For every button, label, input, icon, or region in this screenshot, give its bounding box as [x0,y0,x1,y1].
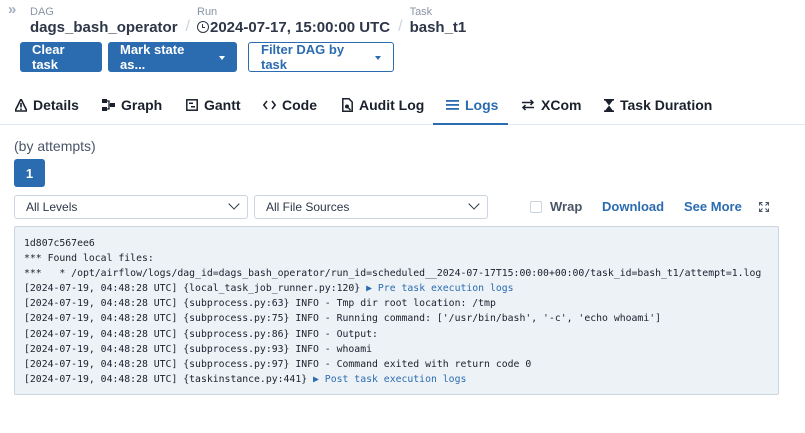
tab-logs[interactable]: Logs [446,86,498,124]
tab-code[interactable]: Code [263,86,317,124]
log-line-text: [2024-07-19, 04:48:28 UTC] {taskinstance… [24,373,314,385]
tab-task-duration-label: Task Duration [620,97,713,113]
breadcrumb-run[interactable]: Run 2024-07-17, 15:00:00 UTC [197,6,390,37]
breadcrumb-task-label: Task [409,6,433,18]
tab-audit-log-label: Audit Log [359,97,425,113]
fullscreen-icon[interactable] [759,202,769,212]
code-icon [263,100,276,110]
tab-code-label: Code [282,97,317,113]
hourglass-icon [604,98,614,112]
mark-state-button[interactable]: Mark state as... [108,42,237,72]
details-icon [15,98,27,112]
chevron-down-icon [228,198,240,210]
log-line: [2024-07-19, 04:48:28 UTC] {subprocess.p… [24,327,769,342]
breadcrumb-dag-value[interactable]: dags_bash_operator [30,19,178,37]
tab-details[interactable]: Details [15,86,79,124]
breadcrumb-task[interactable]: Task bash_t1 [410,6,467,37]
tab-gantt-label: Gantt [204,97,241,113]
breadcrumb: DAG dags_bash_operator / Run 2024-07-17,… [30,6,466,36]
log-line-text: 1d807c567ee6 [24,238,95,249]
tab-graph-label: Graph [121,97,163,113]
checkbox-icon[interactable] [530,200,542,213]
wrap-checkbox[interactable]: Wrap [530,199,582,214]
tab-logs-label: Logs [465,97,499,113]
log-line-text: [2024-07-19, 04:48:28 UTC] {subprocess.p… [24,313,662,325]
log-line-text: [2024-07-19, 04:48:28 UTC] {local_task_j… [24,283,367,295]
xcom-icon [521,99,535,111]
tab-gantt[interactable]: Gantt [186,86,241,124]
log-level-select[interactable]: All Levels [14,195,248,219]
caret-down-icon [219,56,225,60]
log-level-value: All Levels [26,200,78,214]
breadcrumb-run-label: Run [197,6,218,18]
task-actions: Clear task Mark state as... Filter DAG b… [20,42,394,72]
chevron-down-icon [468,198,480,210]
filter-dag-label: Filter DAG by task [261,42,345,72]
tab-details-label: Details [33,97,79,113]
breadcrumb-run-value[interactable]: 2024-07-17, 15:00:00 UTC [210,19,390,36]
attempts-label: (by attempts) [14,138,96,154]
tab-graph[interactable]: Graph [102,86,162,124]
task-tabs: Details Graph Gantt Code Audit Log Logs … [0,86,805,125]
breadcrumb-dag[interactable]: DAG dags_bash_operator [30,6,178,37]
file-source-value: All File Sources [266,200,350,214]
expand-sidebar-icon[interactable]: » [8,1,16,18]
attempt-1-button[interactable]: 1 [14,159,45,187]
clear-task-button[interactable]: Clear task [20,42,102,72]
see-more-button[interactable]: See More [684,199,742,214]
log-line: [2024-07-19, 04:48:28 UTC] {subprocess.p… [24,311,769,326]
breadcrumb-separator: / [185,18,190,35]
tab-xcom[interactable]: XCom [521,86,581,124]
log-line: [2024-07-19, 04:48:28 UTC] {subprocess.p… [24,296,769,311]
log-line-text: [2024-07-19, 04:48:28 UTC] {subprocess.p… [24,358,532,370]
log-line: [2024-07-19, 04:48:28 UTC] {local_task_j… [24,281,769,296]
gantt-icon [186,99,198,111]
log-line: *** Found local files: [24,251,769,266]
log-line-text: [2024-07-19, 04:48:28 UTC] {subprocess.p… [24,343,372,355]
log-line: [2024-07-19, 04:48:28 UTC] {subprocess.p… [24,357,769,372]
log-line-text: [2024-07-19, 04:48:28 UTC] {subprocess.p… [24,298,496,310]
graph-icon [102,99,115,111]
caret-down-icon [375,56,381,60]
log-line: [2024-07-19, 04:48:28 UTC] {subprocess.p… [24,342,769,357]
tab-xcom-label: XCom [541,97,582,113]
clear-task-label: Clear task [32,42,65,72]
log-line-text: *** * /opt/airflow/logs/dag_id=dags_bash… [24,268,762,280]
log-line: [2024-07-19, 04:48:28 UTC] {taskinstance… [24,372,769,387]
breadcrumb-separator: / [398,18,403,35]
logs-icon [446,100,459,110]
log-line: 1d807c567ee6 [24,236,769,251]
log-line-text: *** Found local files: [24,253,154,265]
breadcrumb-dag-label: DAG [30,6,54,18]
active-tab-indicator [433,123,508,125]
post-task-logs-toggle[interactable]: ▶ Post task execution logs [313,374,466,385]
pre-task-logs-toggle[interactable]: ▶ Pre task execution logs [366,283,513,294]
log-line: *** * /opt/airflow/logs/dag_id=dags_bash… [24,266,769,281]
wrap-label: Wrap [550,199,583,214]
tab-audit-log[interactable]: Audit Log [342,86,424,124]
audit-log-icon [342,98,353,112]
breadcrumb-task-value[interactable]: bash_t1 [410,19,467,37]
filter-dag-button[interactable]: Filter DAG by task [248,42,394,72]
file-source-select[interactable]: All File Sources [254,195,488,219]
clock-icon [197,21,209,33]
log-output[interactable]: 1d807c567ee6 *** Found local files: *** … [14,226,779,395]
tab-task-duration[interactable]: Task Duration [604,86,712,124]
mark-state-label: Mark state as... [120,42,185,72]
log-line-text: [2024-07-19, 04:48:28 UTC] {subprocess.p… [24,328,378,340]
breadcrumb-run-value-wrap[interactable]: 2024-07-17, 15:00:00 UTC [197,19,390,37]
download-button[interactable]: Download [602,199,664,214]
